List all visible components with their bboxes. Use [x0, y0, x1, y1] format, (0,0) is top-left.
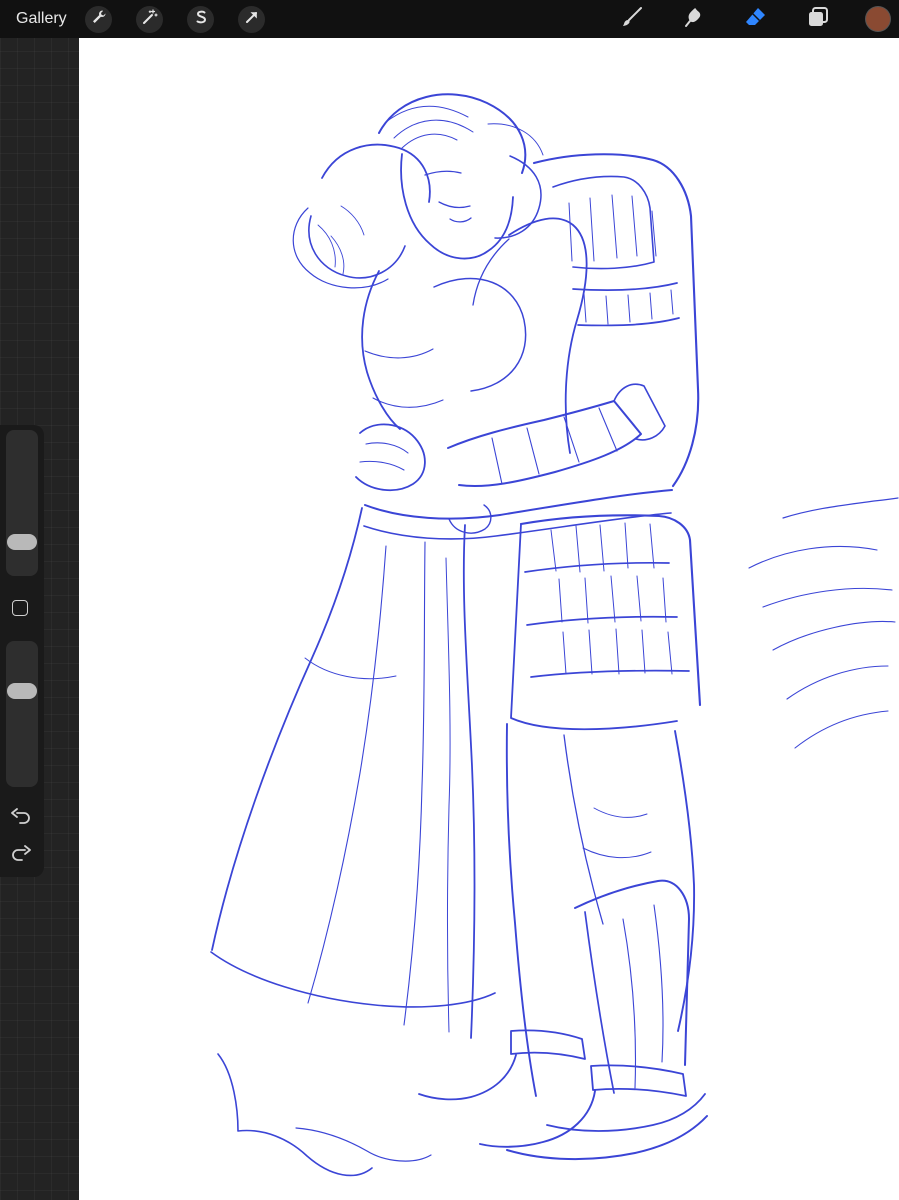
brush-size-slider[interactable] — [6, 430, 38, 576]
gallery-button[interactable]: Gallery — [16, 9, 67, 29]
redo-button[interactable] — [10, 845, 32, 865]
actions-button[interactable] — [85, 6, 112, 33]
modify-square-icon[interactable] — [12, 600, 28, 616]
sidebar — [0, 425, 44, 877]
magic-wand-icon — [142, 9, 158, 30]
layers-icon — [806, 5, 830, 34]
brush-size-thumb[interactable] — [7, 534, 37, 550]
adjustments-button[interactable] — [136, 6, 163, 33]
layers-button[interactable] — [804, 6, 832, 32]
undo-button[interactable] — [10, 808, 32, 828]
color-picker-button[interactable] — [866, 7, 890, 31]
top-toolbar: Gallery — [0, 0, 899, 38]
redo-icon — [10, 845, 32, 869]
smudge-tool-button[interactable] — [680, 6, 708, 32]
undo-icon — [10, 808, 32, 832]
procreate-app: Gallery — [0, 0, 899, 1200]
brush-icon — [620, 5, 644, 34]
transform-button[interactable] — [238, 6, 265, 33]
wrench-icon — [91, 9, 107, 30]
opacity-slider[interactable] — [6, 641, 38, 787]
smudge-icon — [682, 5, 706, 34]
arrow-cursor-icon — [244, 9, 260, 30]
blue-line-sketch — [210, 93, 899, 1177]
erase-tool-button[interactable] — [742, 6, 770, 32]
selection-button[interactable] — [187, 6, 214, 33]
selection-s-icon — [193, 9, 209, 30]
paint-tool-button[interactable] — [618, 6, 646, 32]
drawing-canvas[interactable] — [79, 38, 899, 1200]
eraser-icon — [744, 5, 768, 34]
opacity-thumb[interactable] — [7, 683, 37, 699]
